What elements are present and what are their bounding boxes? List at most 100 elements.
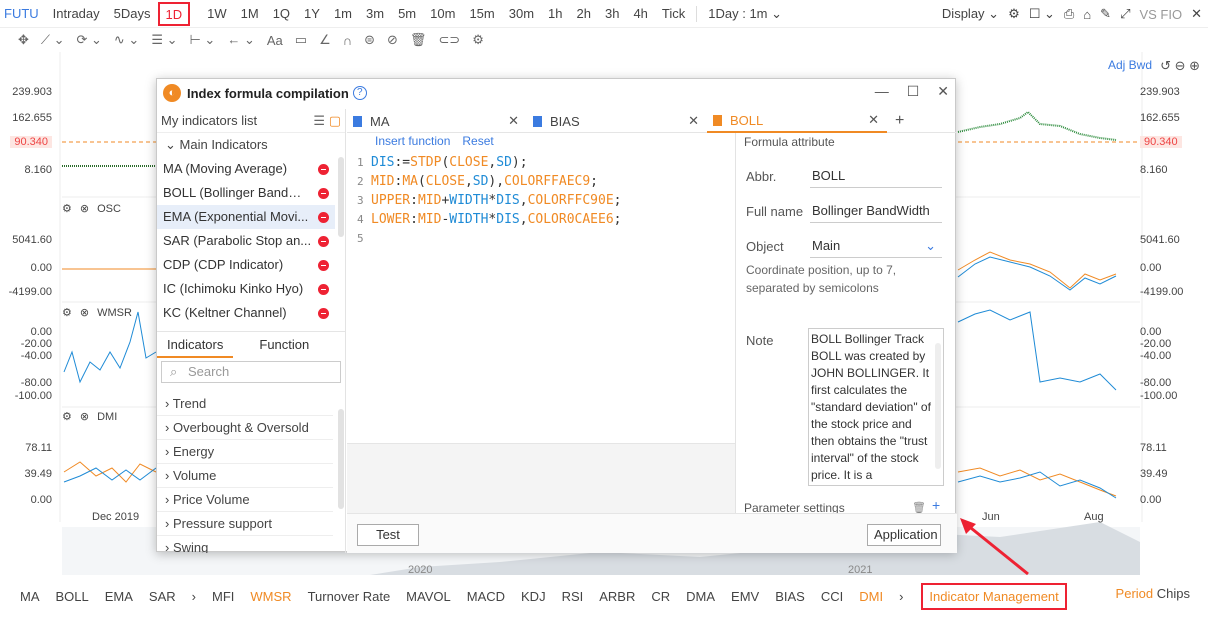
tab-bias[interactable]: BIAS ✕ bbox=[527, 109, 707, 133]
magnet-icon[interactable]: ∩ bbox=[343, 33, 352, 48]
zoom-controls[interactable]: ↺ ⊖ ⊕ bbox=[1160, 58, 1200, 74]
ind-rsi[interactable]: RSI bbox=[554, 589, 592, 604]
tf-3h[interactable]: 3h bbox=[598, 2, 626, 26]
wave-tool-icon[interactable]: ∿ ⌄ bbox=[114, 32, 139, 48]
test-button[interactable]: Test bbox=[357, 524, 419, 546]
main-indicators-group[interactable]: ⌄ Main Indicators bbox=[157, 133, 345, 157]
tab-function[interactable]: Function bbox=[249, 332, 319, 358]
tf-1d[interactable]: 1D bbox=[157, 1, 191, 26]
tf-1w[interactable]: 1W bbox=[200, 2, 234, 26]
indicator-item-ma[interactable]: MA (Moving Average) bbox=[157, 157, 335, 181]
tf-5min[interactable]: 5m bbox=[391, 2, 423, 26]
ind-emv[interactable]: EMV bbox=[723, 589, 767, 604]
tf-1h[interactable]: 1h bbox=[541, 2, 569, 26]
scrollbar[interactable] bbox=[338, 409, 344, 509]
tf-15min[interactable]: 15m bbox=[462, 2, 501, 26]
tf-3min[interactable]: 3m bbox=[359, 2, 391, 26]
close-icon[interactable]: ⊗ bbox=[80, 202, 89, 215]
indicator-item-boll[interactable]: BOLL (Bollinger BandWi... bbox=[157, 181, 335, 205]
measure-tool-icon[interactable]: ⊢ ⌄ bbox=[190, 32, 216, 48]
search-icon[interactable]: ⌕ bbox=[345, 337, 346, 353]
ind-mfi[interactable]: MFI bbox=[204, 589, 242, 604]
ind-cci[interactable]: CCI bbox=[813, 589, 851, 604]
chevron-right-icon[interactable]: › bbox=[184, 589, 204, 604]
ind-wmsr[interactable]: WMSR bbox=[242, 589, 299, 604]
ind-dma[interactable]: DMA bbox=[678, 589, 723, 604]
tf-30min[interactable]: 30m bbox=[502, 2, 541, 26]
text-tool-icon[interactable]: Aa bbox=[267, 33, 283, 48]
settings-icon[interactable]: ⚙ bbox=[472, 32, 484, 48]
link-icon[interactable]: ⊂⊃ bbox=[438, 32, 460, 48]
ind-dmi[interactable]: DMI bbox=[851, 589, 891, 604]
category-trend[interactable]: › Trend bbox=[157, 392, 333, 416]
ind-kdj[interactable]: KDJ bbox=[513, 589, 554, 604]
category-pressure-support[interactable]: › Pressure support bbox=[157, 512, 333, 536]
scrollbar[interactable] bbox=[338, 157, 344, 237]
camera-icon[interactable]: ⎙ bbox=[1064, 6, 1074, 22]
pencil-icon[interactable]: ✎ bbox=[1100, 6, 1111, 22]
close-icon[interactable]: ✕ bbox=[508, 113, 519, 129]
object-select[interactable]: Main ⌄ bbox=[810, 234, 942, 258]
indicator-item-sar[interactable]: SAR (Parabolic Stop an... bbox=[157, 229, 335, 253]
tf-10min[interactable]: 10m bbox=[423, 2, 462, 26]
minimize-icon[interactable]: — bbox=[875, 83, 889, 100]
angle-tool-icon[interactable]: ∠ bbox=[319, 32, 331, 48]
chips-tab[interactable]: Chips bbox=[1157, 586, 1190, 601]
tf-5days[interactable]: 5Days bbox=[107, 2, 158, 26]
search-input[interactable]: ⌕ Search bbox=[161, 361, 341, 383]
ind-arbr[interactable]: ARBR bbox=[591, 589, 643, 604]
adj-bwd-toggle[interactable]: Adj Bwd bbox=[1108, 58, 1152, 72]
ind-macd[interactable]: MACD bbox=[459, 589, 513, 604]
arrow-tool-icon[interactable]: ← ⌄ bbox=[227, 32, 255, 48]
indicator-management-button[interactable]: Indicator Management bbox=[921, 582, 1067, 610]
delete-icon[interactable] bbox=[318, 164, 329, 175]
tab-indicators[interactable]: Indicators bbox=[157, 332, 234, 358]
tf-4h[interactable]: 4h bbox=[626, 2, 654, 26]
category-energy[interactable]: › Energy bbox=[157, 440, 333, 464]
list-view-icons[interactable]: ☰ ▢ bbox=[313, 113, 341, 129]
interval-select[interactable]: 1Day : 1m ⌄ bbox=[701, 2, 789, 26]
gear-icon[interactable]: ⚙ bbox=[1008, 6, 1020, 22]
tf-1min[interactable]: 1m bbox=[327, 2, 359, 26]
tf-tick[interactable]: Tick bbox=[655, 2, 692, 26]
ind-sar[interactable]: SAR bbox=[141, 589, 184, 604]
ind-ma[interactable]: MA bbox=[0, 589, 48, 604]
delete-icon[interactable] bbox=[318, 260, 329, 271]
tab-boll[interactable]: BOLL ✕ bbox=[707, 109, 887, 133]
tf-2h[interactable]: 2h bbox=[570, 2, 598, 26]
close-icon[interactable]: ✕ bbox=[868, 112, 879, 128]
line-tool-icon[interactable]: ⟋ ⌄ bbox=[41, 32, 65, 48]
category-overbought[interactable]: › Overbought & Oversold bbox=[157, 416, 333, 440]
abbr-field[interactable]: BOLL bbox=[810, 164, 942, 188]
delete-icon[interactable] bbox=[318, 212, 329, 223]
tf-1q[interactable]: 1Q bbox=[266, 2, 297, 26]
delete-icon[interactable] bbox=[318, 236, 329, 247]
gear-icon[interactable]: ⚙ bbox=[62, 202, 72, 215]
close-icon[interactable]: ⊗ bbox=[80, 306, 89, 319]
fib-tool-icon[interactable]: ☰ ⌄ bbox=[151, 32, 177, 48]
note-textarea[interactable]: BOLL Bollinger Track BOLL was created by… bbox=[808, 328, 944, 486]
gear-icon[interactable]: ⚙ bbox=[62, 410, 72, 423]
ind-bias[interactable]: BIAS bbox=[767, 589, 813, 604]
indicator-item-kc[interactable]: KC (Keltner Channel) bbox=[157, 301, 335, 325]
tab-ma[interactable]: MA ✕ bbox=[347, 109, 527, 133]
close-icon[interactable]: ✕ bbox=[937, 83, 949, 100]
crosshair-icon[interactable]: ✥ bbox=[18, 32, 29, 48]
fullname-field[interactable]: Bollinger BandWidth bbox=[810, 199, 942, 223]
sync-icon[interactable]: ⊜ bbox=[364, 32, 375, 48]
delete-icon[interactable] bbox=[318, 308, 329, 319]
checkbox-icon[interactable]: ☐ ⌄ bbox=[1029, 6, 1055, 22]
tf-intraday[interactable]: Intraday bbox=[46, 2, 107, 26]
period-tab[interactable]: Period bbox=[1116, 586, 1154, 601]
chevron-right-icon[interactable]: › bbox=[891, 589, 911, 604]
apply-button[interactable]: Application bbox=[867, 524, 941, 546]
tf-1y[interactable]: 1Y bbox=[297, 2, 327, 26]
close-icon[interactable]: ✕ bbox=[1191, 6, 1202, 22]
indicator-item-ic[interactable]: IC (Ichimoku Kinko Hyo) bbox=[157, 277, 335, 301]
indicator-item-cdp[interactable]: CDP (CDP Indicator) bbox=[157, 253, 335, 277]
category-price-volume[interactable]: › Price Volume bbox=[157, 488, 333, 512]
scrollbar[interactable] bbox=[935, 343, 941, 469]
vs-label[interactable]: VS FIO bbox=[1139, 7, 1182, 22]
trash-icon[interactable]: 🗑 bbox=[410, 32, 427, 48]
ind-cr[interactable]: CR bbox=[643, 589, 678, 604]
